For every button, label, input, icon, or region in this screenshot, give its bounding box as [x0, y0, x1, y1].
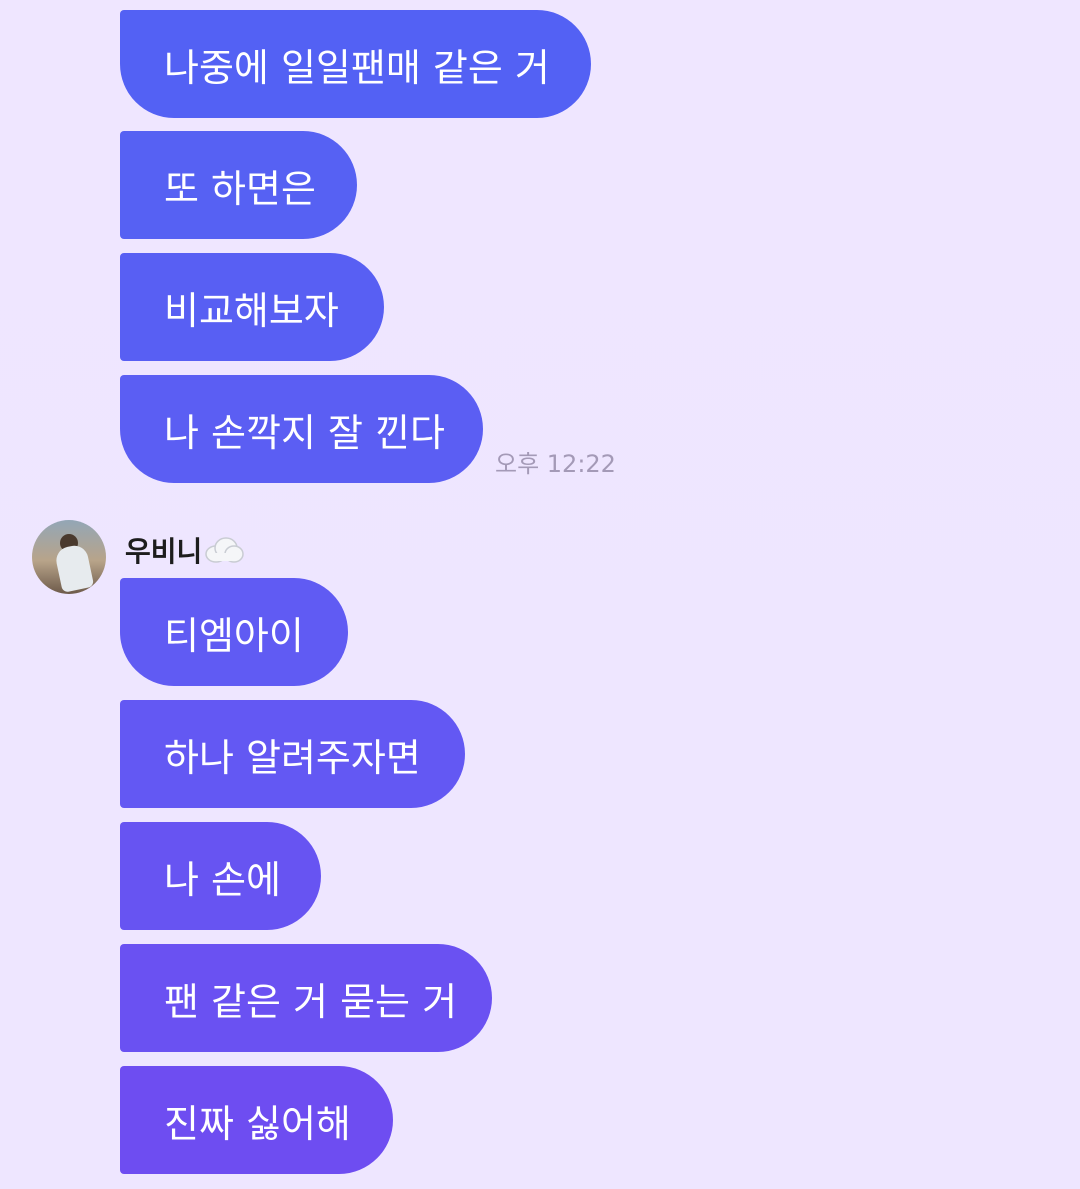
- message-row: 나 손에: [120, 822, 321, 930]
- message-row: 나중에 일일팬매 같은 거: [120, 10, 591, 118]
- message-bubble[interactable]: 티엠아이: [120, 578, 348, 686]
- message-bubble[interactable]: 진짜 싫어해: [120, 1066, 393, 1174]
- message-row: 팬 같은 거 묻는 거: [120, 944, 492, 1052]
- sender-name: 우비니: [125, 535, 203, 568]
- message-bubble[interactable]: 또 하면은: [120, 131, 357, 239]
- message-row: 하나 알려주자면: [120, 700, 465, 808]
- message-bubble[interactable]: 나 손깍지 잘 낀다: [120, 375, 483, 483]
- cloud-icon: [204, 537, 245, 563]
- chat-area[interactable]: 나중에 일일팬매 같은 거 또 하면은 비교해보자 나 손깍지 잘 낀다 오후 …: [0, 0, 1080, 1189]
- avatar-figure-shape: [53, 543, 95, 593]
- message-row: 비교해보자: [120, 253, 384, 361]
- sender-avatar-row: [32, 520, 106, 594]
- message-timestamp: 오후 12:22: [495, 450, 616, 478]
- message-row: 또 하면은: [120, 131, 357, 239]
- message-bubble[interactable]: 비교해보자: [120, 253, 384, 361]
- message-bubble[interactable]: 나 손에: [120, 822, 321, 930]
- message-bubble[interactable]: 나중에 일일팬매 같은 거: [120, 10, 591, 118]
- message-bubble[interactable]: 팬 같은 거 묻는 거: [120, 944, 492, 1052]
- message-row: 진짜 싫어해: [120, 1066, 393, 1174]
- message-bubble[interactable]: 하나 알려주자면: [120, 700, 465, 808]
- avatar[interactable]: [32, 520, 106, 594]
- message-row: 티엠아이: [120, 578, 348, 686]
- sender-name-row: 우비니: [125, 530, 245, 570]
- message-row: 나 손깍지 잘 낀다 오후 12:22: [120, 375, 616, 483]
